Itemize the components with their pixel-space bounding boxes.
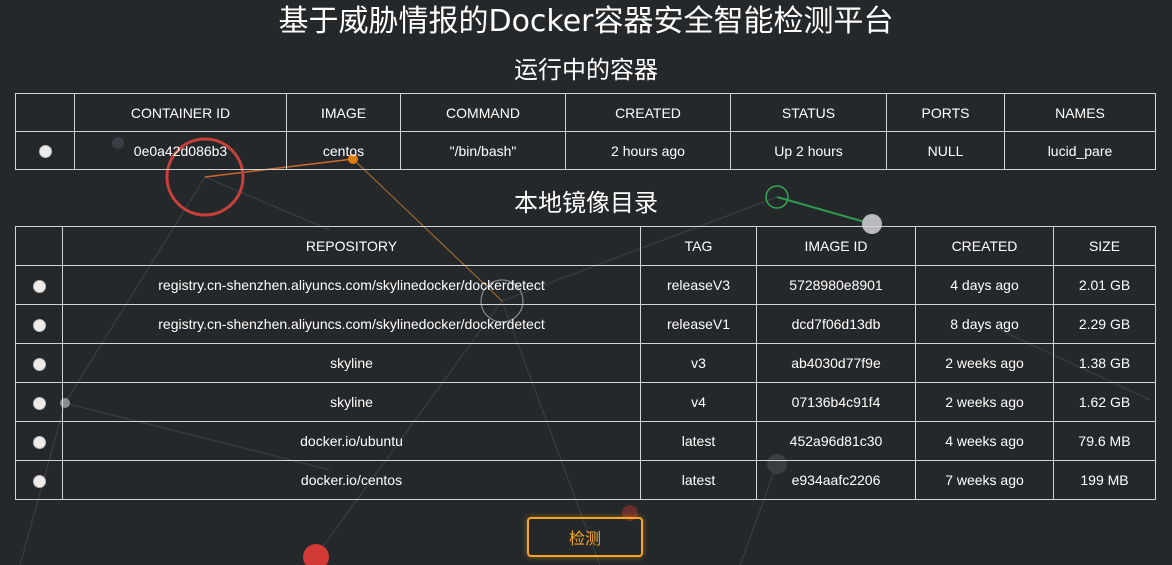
row-select-cell [15,265,63,305]
table-cell: 7 weeks ago [915,460,1054,500]
table-cell: 2 hours ago [565,131,731,170]
row-select-cell [15,304,63,344]
row-radio-button[interactable] [32,318,46,332]
table-row[interactable]: registry.cn-shenzhen.aliyuncs.com/skylin… [15,304,1156,344]
column-header: PORTS [886,93,1005,132]
table-cell: e934aafc2206 [756,460,916,500]
table-cell: latest [640,460,757,500]
table-header-row: CONTAINER ID IMAGE COMMAND CREATED STATU… [15,93,1156,132]
table-row[interactable]: skyline v3 ab4030d77f9e 2 weeks ago 1.38… [15,343,1156,383]
row-select-cell [15,343,63,383]
table-cell: latest [640,421,757,461]
table-row[interactable]: skyline v4 07136b4c91f4 2 weeks ago 1.62… [15,382,1156,422]
containers-table: CONTAINER ID IMAGE COMMAND CREATED STATU… [15,93,1156,170]
detect-button[interactable]: 检测 [527,517,643,557]
table-cell: 5728980e8901 [756,265,916,305]
table-cell: v3 [640,343,757,383]
images-section-title: 本地镜像目录 [514,189,658,217]
table-cell: 79.6 MB [1053,421,1156,461]
table-row[interactable]: docker.io/ubuntu latest 452a96d81c30 4 w… [15,421,1156,461]
table-cell: lucid_pare [1004,131,1156,170]
table-row[interactable]: docker.io/centos latest e934aafc2206 7 w… [15,460,1156,500]
table-cell: "/bin/bash" [400,131,566,170]
table-cell: docker.io/ubuntu [62,421,641,461]
table-cell: 199 MB [1053,460,1156,500]
table-cell: centos [286,131,401,170]
column-header: CREATED [565,93,731,132]
column-header: IMAGE ID [756,226,916,266]
table-cell: 2.01 GB [1053,265,1156,305]
table-cell: v4 [640,382,757,422]
table-cell: 1.38 GB [1053,343,1156,383]
containers-section-title: 运行中的容器 [514,56,658,84]
column-header: REPOSITORY [62,226,641,266]
table-cell: 4 days ago [915,265,1054,305]
row-radio-button[interactable] [32,396,46,410]
select-column-header [15,226,63,266]
page-title: 基于威胁情报的Docker容器安全智能检测平台 [278,4,894,39]
table-row[interactable]: registry.cn-shenzhen.aliyuncs.com/skylin… [15,265,1156,305]
table-cell: 07136b4c91f4 [756,382,916,422]
table-cell: ab4030d77f9e [756,343,916,383]
table-header-row: REPOSITORY TAG IMAGE ID CREATED SIZE [15,226,1156,266]
table-cell: skyline [62,382,641,422]
column-header: CONTAINER ID [74,93,287,132]
row-radio-button[interactable] [32,474,46,488]
table-cell: 1.62 GB [1053,382,1156,422]
page: 基于威胁情报的Docker容器安全智能检测平台 运行中的容器 CONTAINER… [0,0,1172,565]
table-row[interactable]: 0e0a42d086b3 centos "/bin/bash" 2 hours … [15,131,1156,170]
row-select-cell [15,131,75,170]
table-cell: 2.29 GB [1053,304,1156,344]
table-cell: releaseV3 [640,265,757,305]
table-cell: registry.cn-shenzhen.aliyuncs.com/skylin… [62,265,641,305]
column-header: NAMES [1004,93,1156,132]
table-cell: 0e0a42d086b3 [74,131,287,170]
table-cell: NULL [886,131,1005,170]
table-cell: 4 weeks ago [915,421,1054,461]
table-cell: dcd7f06d13db [756,304,916,344]
row-select-cell [15,421,63,461]
table-cell: 8 days ago [915,304,1054,344]
column-header: STATUS [730,93,887,132]
select-column-header [15,93,75,132]
table-cell: Up 2 hours [730,131,887,170]
table-cell: docker.io/centos [62,460,641,500]
column-header: COMMAND [400,93,566,132]
row-radio-button[interactable] [32,435,46,449]
row-radio-button[interactable] [38,145,52,159]
row-radio-button[interactable] [32,357,46,371]
table-cell: 2 weeks ago [915,343,1054,383]
table-cell: 2 weeks ago [915,382,1054,422]
column-header: SIZE [1053,226,1156,266]
images-table: REPOSITORY TAG IMAGE ID CREATED SIZE reg… [15,226,1156,500]
column-header: CREATED [915,226,1054,266]
column-header: IMAGE [286,93,401,132]
row-select-cell [15,382,63,422]
table-cell: skyline [62,343,641,383]
row-radio-button[interactable] [32,279,46,293]
table-cell: 452a96d81c30 [756,421,916,461]
column-header: TAG [640,226,757,266]
table-cell: registry.cn-shenzhen.aliyuncs.com/skylin… [62,304,641,344]
table-cell: releaseV1 [640,304,757,344]
row-select-cell [15,460,63,500]
